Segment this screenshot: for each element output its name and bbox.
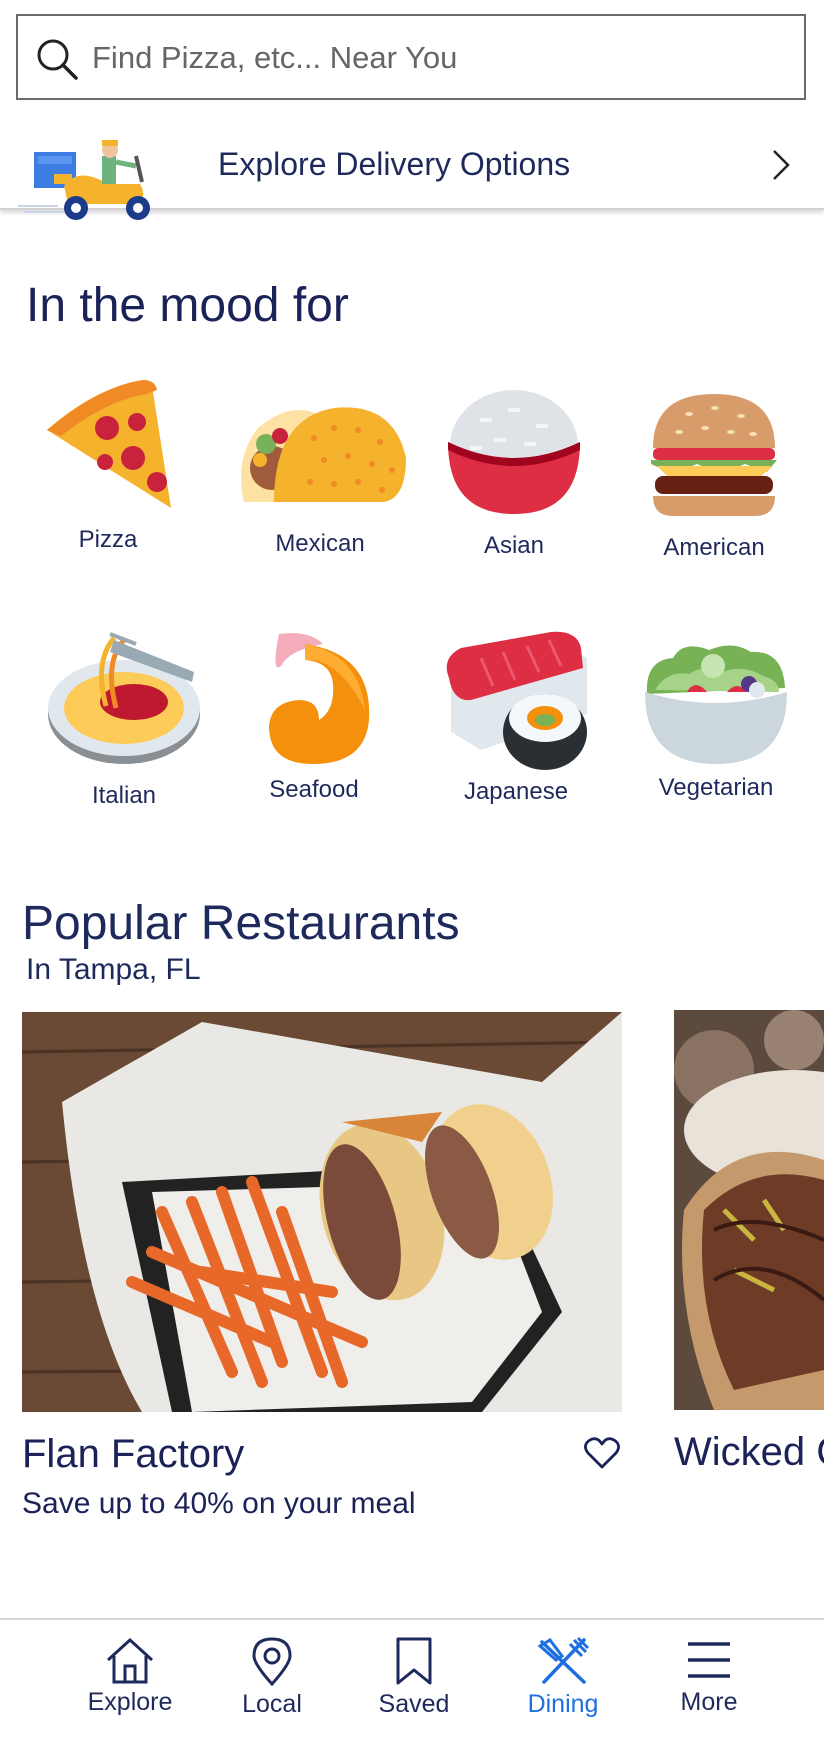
- delivery-label: Explore Delivery Options: [218, 146, 571, 182]
- nav-item-more[interactable]: More: [649, 1636, 769, 1717]
- nav-item-explore[interactable]: Explore: [70, 1636, 190, 1717]
- nav-item-dining[interactable]: Dining: [503, 1636, 623, 1719]
- nav-item-local[interactable]: Local: [212, 1636, 332, 1719]
- mood-section-title: In the mood for: [26, 279, 349, 332]
- sandwich-photo: [674, 1010, 824, 1410]
- nav-label: Explore: [87, 1688, 173, 1716]
- spaghetti-icon: [48, 632, 200, 764]
- sushi-icon: [446, 631, 587, 770]
- heart-icon[interactable]: [584, 1437, 620, 1469]
- shrimp-icon: [269, 633, 370, 764]
- pizza-icon: [47, 380, 171, 508]
- category-label: Vegetarian: [658, 774, 774, 801]
- restaurant-card-image[interactable]: [674, 1010, 824, 1410]
- category-american[interactable]: American: [624, 392, 804, 562]
- nav-label: Local: [242, 1690, 302, 1718]
- rice-bowl-icon: [448, 390, 580, 514]
- salad-icon: [645, 645, 787, 764]
- category-label: Pizza: [78, 526, 138, 553]
- category-label: Seafood: [269, 776, 359, 803]
- category-label: Japanese: [463, 778, 569, 805]
- delivery-banner[interactable]: Explore Delivery Options: [0, 108, 824, 220]
- category-asian[interactable]: Asian: [424, 390, 604, 560]
- search-icon: [37, 39, 78, 80]
- restaurant-name[interactable]: Flan Factory: [22, 1432, 244, 1477]
- chevron-right-icon: [773, 150, 790, 180]
- category-japanese[interactable]: Japanese: [426, 628, 606, 806]
- bookmark-icon: [396, 1637, 432, 1685]
- taco-icon: [241, 407, 406, 502]
- nav-label: Dining: [527, 1690, 599, 1718]
- category-label: American: [663, 534, 765, 561]
- burger-fries-photo: [22, 1012, 622, 1412]
- category-vegetarian[interactable]: Vegetarian: [626, 640, 806, 802]
- fork-knife-icon: [537, 1636, 590, 1684]
- popular-section-title: Popular Restaurants: [22, 897, 460, 950]
- category-mexican[interactable]: Mexican: [230, 398, 410, 558]
- category-label: Mexican: [275, 530, 365, 557]
- menu-icon: [688, 1642, 730, 1678]
- search-bar[interactable]: [16, 14, 806, 100]
- bottom-nav: Explore Local Saved Dining More: [0, 1618, 824, 1742]
- delivery-scooter-icon: [18, 140, 150, 220]
- category-label: Italian: [91, 782, 157, 809]
- map-pin-icon: [252, 1637, 292, 1686]
- category-seafood[interactable]: Seafood: [224, 630, 404, 804]
- nav-item-saved[interactable]: Saved: [354, 1636, 474, 1719]
- restaurant-name[interactable]: Wicked C: [674, 1430, 824, 1475]
- category-italian[interactable]: Italian: [34, 632, 214, 810]
- category-label: Asian: [483, 532, 545, 559]
- restaurant-deal: Save up to 40% on your meal: [22, 1487, 416, 1520]
- home-icon: [106, 1637, 154, 1684]
- nav-label: Saved: [378, 1690, 450, 1718]
- burger-icon: [651, 394, 777, 516]
- nav-label: More: [680, 1688, 738, 1716]
- popular-location: In Tampa, FL: [26, 953, 201, 986]
- category-pizza[interactable]: Pizza: [18, 378, 198, 554]
- restaurant-card-image[interactable]: [22, 1012, 622, 1412]
- search-input[interactable]: [90, 32, 784, 84]
